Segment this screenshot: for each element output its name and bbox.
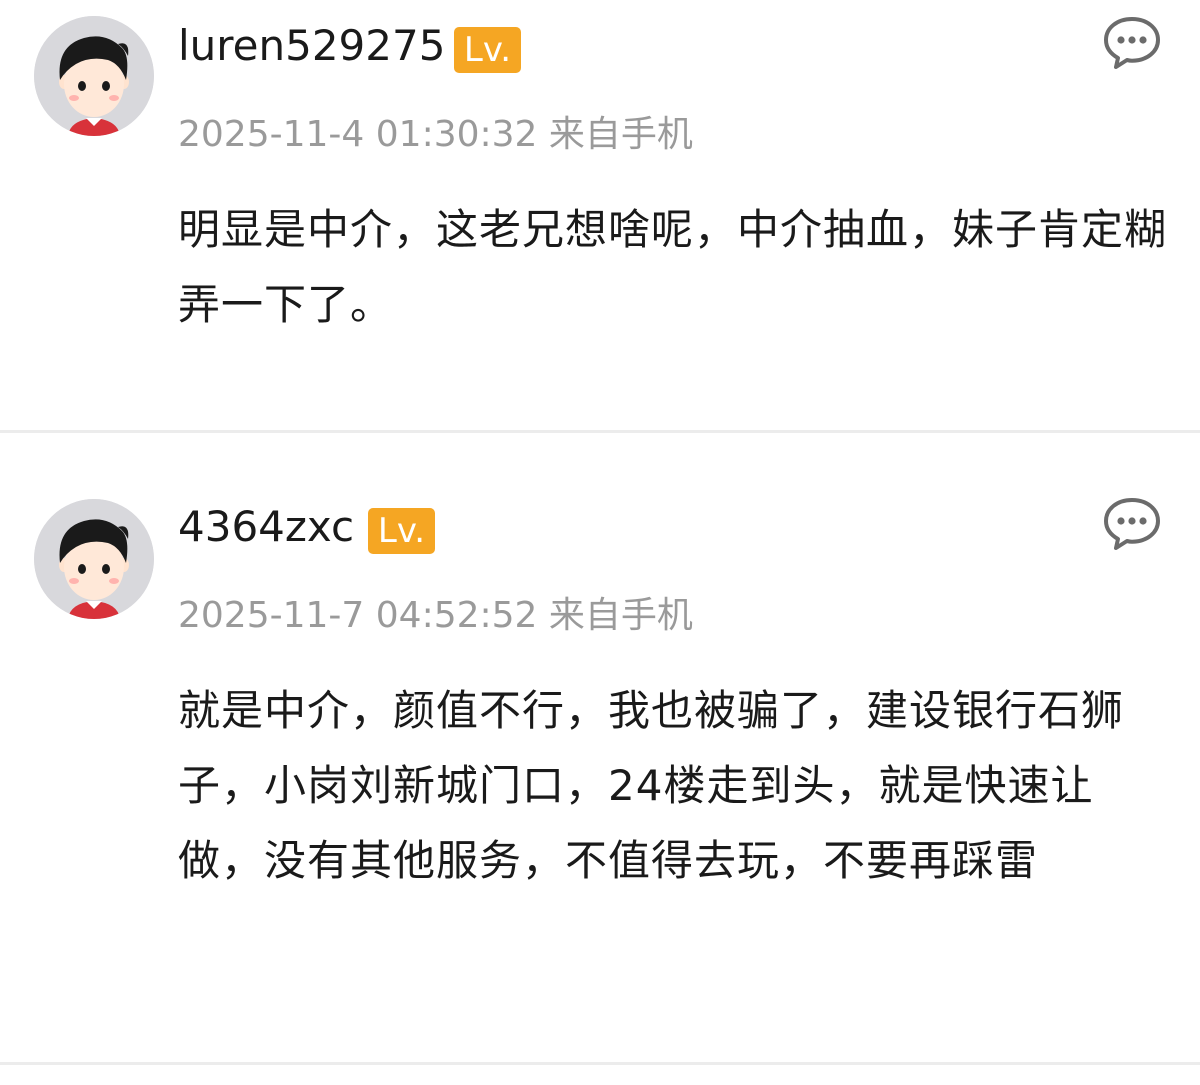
level-badge: Lv. [454,27,521,73]
comment-meta: 2025-11-7 04:52:52 来自手机 [178,593,693,639]
timestamp: 2025-11-7 04:52:52 [178,595,538,636]
comment-text: 就是中介，颜值不行，我也被骗了，建设银行石狮子，小岗刘新城门口，24楼走到头，就… [178,686,1125,885]
cartoon-avatar-icon [34,499,154,619]
reply-button[interactable] [1102,14,1162,70]
comment-meta: 2025-11-4 01:30:32 来自手机 [178,112,693,158]
comment-item: 4364zxc Lv. 2025-11-7 04:52:52 来自手机 就是中介… [0,433,1200,1063]
comment-text: 明显是中介，这老兄想啥呢，中介抽血，妹子肯定糊弄一下了。 [178,205,1168,329]
level-badge: Lv. [368,508,435,554]
username[interactable]: 4364zxc [178,501,354,553]
source-label: 来自手机 [548,114,693,155]
comment-bubble-icon [1104,17,1160,69]
reply-button[interactable] [1102,495,1162,551]
comment-item: luren529275 Lv. 2025-11-4 01:30:32 来自手机 … [0,0,1200,431]
avatar[interactable] [34,16,154,136]
source-label: 来自手机 [548,595,693,636]
avatar[interactable] [34,499,154,619]
comment-bubble-icon [1104,498,1160,550]
cartoon-avatar-icon [34,16,154,136]
username[interactable]: luren529275 [178,20,445,72]
divider [0,1062,1200,1065]
timestamp: 2025-11-4 01:30:32 [178,114,538,155]
